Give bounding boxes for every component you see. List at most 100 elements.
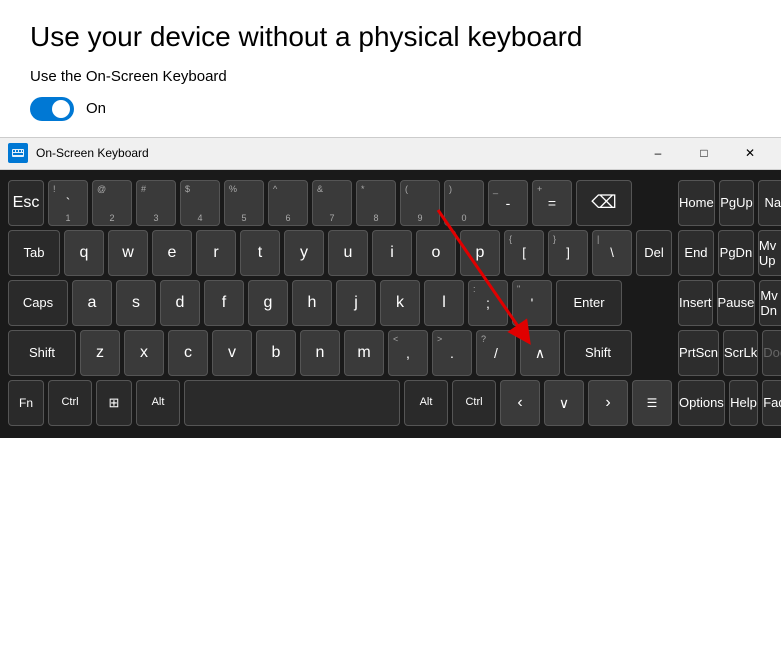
key-f[interactable]: f [204, 280, 244, 326]
key-row-4: Shift z x c v b n m <, >. ?/ ∧ Shift [8, 330, 672, 376]
key-options[interactable]: Options [678, 380, 725, 426]
key-e[interactable]: e [152, 230, 192, 276]
key-backspace[interactable]: ⌫ [576, 180, 632, 226]
key-insert[interactable]: Insert [678, 280, 713, 326]
key-esc[interactable]: Esc [8, 180, 44, 226]
key-backslash[interactable]: |\ [592, 230, 632, 276]
key-i[interactable]: i [372, 230, 412, 276]
key-period[interactable]: >. [432, 330, 472, 376]
key-pause[interactable]: Pause [717, 280, 756, 326]
key-end[interactable]: End [678, 230, 714, 276]
key-b[interactable]: b [256, 330, 296, 376]
key-quote[interactable]: "' [512, 280, 552, 326]
key-fn[interactable]: Fn [8, 380, 44, 426]
key-7[interactable]: &7 [312, 180, 352, 226]
maximize-button[interactable]: □ [681, 137, 727, 169]
key-fade[interactable]: Fade [762, 380, 781, 426]
key-d[interactable]: d [160, 280, 200, 326]
key-0[interactable]: )0 [444, 180, 484, 226]
key-t[interactable]: t [240, 230, 280, 276]
key-right-arrow[interactable]: › [588, 380, 628, 426]
minimize-button[interactable]: – [635, 137, 681, 169]
key-6[interactable]: ^6 [268, 180, 308, 226]
keyboard-wrapper: Esc !`1 @2 #3 $4 %5 ^6 &7 *8 (9 )0 _- +=… [8, 180, 773, 430]
key-8[interactable]: *8 [356, 180, 396, 226]
key-5[interactable]: %5 [224, 180, 264, 226]
key-pgdn[interactable]: PgDn [718, 230, 754, 276]
key-comma[interactable]: <, [388, 330, 428, 376]
key-shift-right[interactable]: Shift [564, 330, 632, 376]
key-del[interactable]: Del [636, 230, 672, 276]
key-z[interactable]: z [80, 330, 120, 376]
titlebar-buttons: – □ ✕ [635, 137, 773, 169]
key-space[interactable] [184, 380, 400, 426]
key-g[interactable]: g [248, 280, 288, 326]
key-minus[interactable]: _- [488, 180, 528, 226]
key-left-arrow[interactable]: ‹ [500, 380, 540, 426]
key-up-arrow[interactable]: ∧ [520, 330, 560, 376]
key-a[interactable]: a [72, 280, 112, 326]
key-lbracket[interactable]: {[ [504, 230, 544, 276]
key-ctrl-right[interactable]: Ctrl [452, 380, 496, 426]
key-4[interactable]: $4 [180, 180, 220, 226]
key-2[interactable]: @2 [92, 180, 132, 226]
key-row-2: Tab q w e r t y u i o p {[ }] |\ [8, 230, 672, 276]
key-u[interactable]: u [328, 230, 368, 276]
keyboard-area: Esc !`1 @2 #3 $4 %5 ^6 &7 *8 (9 )0 _- +=… [0, 170, 781, 438]
key-caps[interactable]: Caps [8, 280, 68, 326]
close-button[interactable]: ✕ [727, 137, 773, 169]
osk-app-icon [8, 143, 28, 163]
key-prtscn[interactable]: PrtScn [678, 330, 719, 376]
key-x[interactable]: x [124, 330, 164, 376]
key-backtick[interactable]: !`1 [48, 180, 88, 226]
key-p[interactable]: p [460, 230, 500, 276]
key-alt-left[interactable]: Alt [136, 380, 180, 426]
key-scrlk[interactable]: ScrLk [723, 330, 758, 376]
key-slash[interactable]: ?/ [476, 330, 516, 376]
key-h[interactable]: h [292, 280, 332, 326]
key-row-5: Fn Ctrl ⊞ Alt Alt Ctrl ‹ ∨ › ☰ [8, 380, 672, 426]
key-r[interactable]: r [196, 230, 236, 276]
key-l[interactable]: l [424, 280, 464, 326]
key-equals[interactable]: += [532, 180, 572, 226]
key-mv-dn[interactable]: Mv Dn [759, 280, 781, 326]
key-n[interactable]: n [300, 330, 340, 376]
key-ctrl-left[interactable]: Ctrl [48, 380, 92, 426]
key-q[interactable]: q [64, 230, 104, 276]
key-y[interactable]: y [284, 230, 324, 276]
key-mv-up[interactable]: Mv Up [758, 230, 781, 276]
key-down-arrow[interactable]: ∨ [544, 380, 584, 426]
key-pgup[interactable]: PgUp [719, 180, 755, 226]
key-j[interactable]: j [336, 280, 376, 326]
key-help[interactable]: Help [729, 380, 758, 426]
toggle-label: On [86, 100, 106, 117]
osk-toggle[interactable] [30, 97, 74, 121]
osk-titlebar: On-Screen Keyboard – □ ✕ [0, 138, 781, 170]
key-enter[interactable]: Enter [556, 280, 622, 326]
key-o[interactable]: o [416, 230, 456, 276]
key-shift-left[interactable]: Shift [8, 330, 76, 376]
key-home[interactable]: Home [678, 180, 715, 226]
key-9[interactable]: (9 [400, 180, 440, 226]
key-v[interactable]: v [212, 330, 252, 376]
key-c[interactable]: c [168, 330, 208, 376]
right-row-1: Home PgUp Nav [678, 180, 781, 226]
key-win[interactable]: ⊞ [96, 380, 132, 426]
key-semicolon[interactable]: :; [468, 280, 508, 326]
key-m[interactable]: m [344, 330, 384, 376]
key-w[interactable]: w [108, 230, 148, 276]
key-row-1: Esc !`1 @2 #3 $4 %5 ^6 &7 *8 (9 )0 _- +=… [8, 180, 672, 226]
osk-titlebar-text: On-Screen Keyboard [36, 146, 635, 160]
key-nav[interactable]: Nav [758, 180, 781, 226]
key-rbracket[interactable]: }] [548, 230, 588, 276]
key-alt-right[interactable]: Alt [404, 380, 448, 426]
key-3[interactable]: #3 [136, 180, 176, 226]
key-dock[interactable]: Dock [762, 330, 781, 376]
settings-panel: Use your device without a physical keybo… [0, 0, 781, 137]
right-row-3: Insert Pause Mv Dn [678, 280, 781, 326]
key-s[interactable]: s [116, 280, 156, 326]
right-row-5: Options Help Fade [678, 380, 781, 426]
key-k[interactable]: k [380, 280, 420, 326]
key-tab[interactable]: Tab [8, 230, 60, 276]
key-menu[interactable]: ☰ [632, 380, 672, 426]
